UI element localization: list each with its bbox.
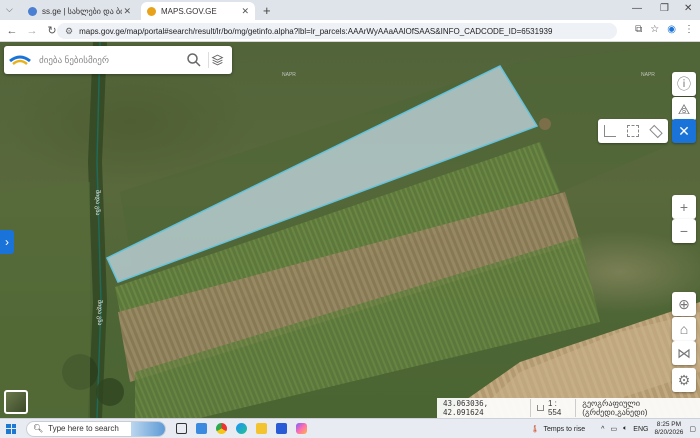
- ss-ge-favicon-icon: [28, 6, 37, 16]
- street-view-icon[interactable]: ⌂: [672, 317, 696, 341]
- install-icon[interactable]: ⧉: [635, 24, 642, 35]
- share-icon[interactable]: ⋈: [672, 341, 696, 365]
- clock-time: 8:25 PM: [656, 421, 682, 428]
- tab-title: MAPS.GOV.GE: [161, 6, 217, 16]
- settings-gear-icon[interactable]: ⚙: [672, 368, 696, 392]
- tab-list-icon[interactable]: ⌵: [6, 4, 13, 15]
- search-highlight-art: [131, 421, 165, 436]
- language-indicator[interactable]: ENG: [633, 426, 648, 433]
- back-icon[interactable]: ←: [4, 25, 20, 37]
- maps-gov-favicon-icon: [147, 6, 156, 16]
- network-icon[interactable]: ▭: [610, 425, 617, 433]
- notifications-icon[interactable]: ▢: [689, 425, 696, 433]
- chrome-icon[interactable]: [216, 423, 227, 434]
- browser-toolbar: ← → ↻ ⚙ maps.gov.ge/map/portal#search/re…: [0, 20, 700, 42]
- layers-icon[interactable]: [208, 52, 224, 68]
- locate-icon[interactable]: ⊕: [672, 292, 696, 316]
- weather-text: Temps to rise: [543, 425, 586, 433]
- search-input[interactable]: ძიება ნებისმიერ: [39, 55, 186, 66]
- info-icon[interactable]: ⓘ: [672, 72, 696, 96]
- browser-tabbar: ⌵ ss.ge | სახლები და ბინები ყიდვა ✕ MAPS…: [0, 0, 700, 20]
- forward-icon[interactable]: →: [24, 25, 40, 37]
- scale-icon: [536, 405, 544, 411]
- minimize-window-icon[interactable]: —: [632, 3, 642, 14]
- napr-logo-icon: [9, 55, 31, 65]
- new-tab-button[interactable]: +: [263, 2, 271, 20]
- windows-taskbar: 🔍︎ Type here to search 🌡︎ Temps to rise …: [0, 418, 700, 438]
- eraser-icon[interactable]: [649, 124, 664, 138]
- taskbar-search[interactable]: 🔍︎ Type here to search: [26, 420, 166, 437]
- widgets-icon[interactable]: [196, 423, 207, 434]
- thermometer-icon: 🌡︎: [530, 426, 540, 433]
- address-bar[interactable]: ⚙ maps.gov.ge/map/portal#search/result/l…: [57, 23, 617, 39]
- windows-start-icon[interactable]: [6, 423, 16, 434]
- taskbar-search-placeholder: Type here to search: [48, 424, 119, 433]
- map-statusbar: 43.063036, 42.091624 1 : 554 გეოგრაფიული…: [437, 398, 700, 418]
- task-view-icon[interactable]: [176, 423, 187, 434]
- weather-widget[interactable]: 🌡︎ Temps to rise: [530, 425, 586, 434]
- satellite-imagery: [0, 42, 700, 418]
- clock[interactable]: 8:25 PM 8/20/2026: [654, 421, 683, 437]
- menu-icon[interactable]: ⋮: [684, 24, 694, 35]
- zoom-out-button[interactable]: −: [672, 219, 696, 243]
- tune-icon[interactable]: ⚙: [65, 26, 73, 37]
- close-window-icon[interactable]: ✕: [684, 3, 692, 14]
- scale-readout[interactable]: 1 : 554: [548, 399, 569, 417]
- projection-selector[interactable]: გეოგრაფიული (გრძედი,განედი): [575, 399, 700, 417]
- store-icon[interactable]: [276, 423, 287, 434]
- map-label: NAPR: [641, 72, 655, 78]
- map-label: NAPR: [282, 72, 296, 78]
- profile-icon[interactable]: ◉: [667, 24, 676, 35]
- close-tab-icon[interactable]: ✕: [241, 6, 249, 17]
- tab-title: ss.ge | სახლები და ბინები ყიდვა: [42, 6, 122, 16]
- tray-overflow-icon[interactable]: ^: [601, 426, 604, 433]
- measure-toolbar: [598, 119, 668, 143]
- copilot-icon[interactable]: [296, 423, 307, 434]
- edge-icon[interactable]: [236, 423, 247, 434]
- measure-tools-button[interactable]: ✕: [672, 119, 696, 143]
- zoom-in-button[interactable]: +: [672, 195, 696, 219]
- close-tab-icon[interactable]: ✕: [123, 6, 131, 17]
- search-icon[interactable]: [186, 52, 202, 68]
- file-explorer-icon[interactable]: [256, 423, 267, 434]
- map-canvas[interactable]: შიდა გზა შიდა გზა NAPR NAPR ძიება ნებისმ…: [0, 42, 700, 418]
- clock-date: 8/20/2026: [654, 429, 684, 436]
- tab-maps-gov-ge[interactable]: MAPS.GOV.GE ✕: [141, 2, 255, 20]
- road-label: შიდა გზა: [94, 190, 100, 216]
- star-icon[interactable]: ☆: [650, 24, 659, 35]
- map-search-box: ძიება ნებისმიერ: [4, 46, 232, 74]
- coordinates-readout: 43.063036, 42.091624: [443, 399, 489, 417]
- draw-polygon-icon[interactable]: [626, 125, 639, 137]
- tab-ss-ge[interactable]: ss.ge | სახლები და ბინები ყიდვა ✕: [22, 2, 137, 20]
- basemap-switcher[interactable]: [4, 390, 28, 414]
- expand-panel-button[interactable]: ›: [0, 230, 14, 254]
- url-text: maps.gov.ge/map/portal#search/result/lr/…: [79, 26, 553, 36]
- road-label: შიდა გზა: [96, 300, 102, 326]
- maximize-window-icon[interactable]: ❐: [660, 3, 669, 14]
- navigation-icon[interactable]: ⧌: [672, 97, 696, 121]
- draw-line-icon[interactable]: [603, 125, 616, 137]
- search-icon: 🔍︎: [33, 424, 44, 433]
- system-tray: 🌡︎ Temps to rise ^ ▭ 🔈︎ ENG 8:25 PM 8/20…: [531, 419, 696, 438]
- volume-icon[interactable]: 🔈︎: [623, 425, 627, 433]
